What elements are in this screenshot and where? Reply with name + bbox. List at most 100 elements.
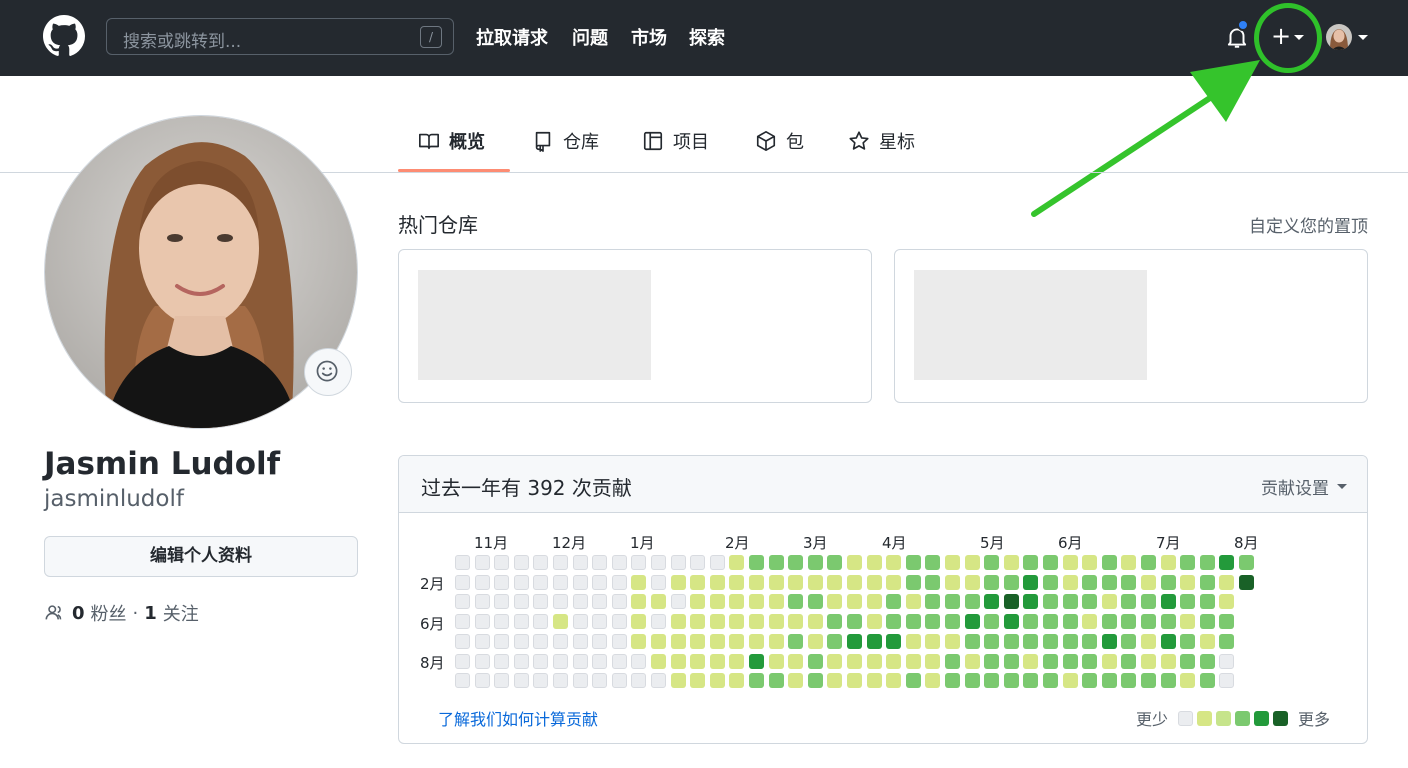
contribution-day[interactable] bbox=[749, 555, 764, 570]
github-logo-icon[interactable] bbox=[43, 15, 85, 57]
contribution-day[interactable] bbox=[533, 634, 548, 649]
contribution-day[interactable] bbox=[514, 555, 529, 570]
contribution-day[interactable] bbox=[827, 555, 842, 570]
contribution-day[interactable] bbox=[886, 654, 901, 669]
contribution-day[interactable] bbox=[925, 654, 940, 669]
contribution-day[interactable] bbox=[1180, 555, 1195, 570]
contribution-day[interactable] bbox=[1023, 594, 1038, 609]
contribution-day[interactable] bbox=[475, 555, 490, 570]
contribution-day[interactable] bbox=[1219, 673, 1234, 688]
contribution-day[interactable] bbox=[1063, 555, 1078, 570]
contribution-day[interactable] bbox=[1121, 634, 1136, 649]
user-menu-chevron-icon[interactable] bbox=[1358, 35, 1368, 40]
contribution-day[interactable] bbox=[1200, 634, 1215, 649]
contribution-day[interactable] bbox=[671, 634, 686, 649]
contribution-day[interactable] bbox=[631, 654, 646, 669]
contribution-day[interactable] bbox=[867, 634, 882, 649]
contribution-day[interactable] bbox=[984, 654, 999, 669]
contribution-day[interactable] bbox=[690, 575, 705, 590]
contribution-day[interactable] bbox=[631, 555, 646, 570]
contribution-day[interactable] bbox=[1141, 673, 1156, 688]
contribution-day[interactable] bbox=[1141, 555, 1156, 570]
contribution-day[interactable] bbox=[514, 634, 529, 649]
contribution-day[interactable] bbox=[1141, 594, 1156, 609]
contribution-day[interactable] bbox=[749, 673, 764, 688]
contribution-day[interactable] bbox=[1082, 673, 1097, 688]
contribution-day[interactable] bbox=[631, 673, 646, 688]
contribution-day[interactable] bbox=[1121, 555, 1136, 570]
contribution-day[interactable] bbox=[808, 575, 823, 590]
contribution-day[interactable] bbox=[945, 575, 960, 590]
contribution-day[interactable] bbox=[808, 673, 823, 688]
contribution-day[interactable] bbox=[553, 594, 568, 609]
contribution-day[interactable] bbox=[494, 654, 509, 669]
contribution-day[interactable] bbox=[769, 654, 784, 669]
contribution-day[interactable] bbox=[867, 594, 882, 609]
contribution-day[interactable] bbox=[965, 634, 980, 649]
contribution-day[interactable] bbox=[514, 654, 529, 669]
tab-repositories[interactable]: 仓库 bbox=[532, 128, 599, 154]
contribution-day[interactable] bbox=[1043, 555, 1058, 570]
contribution-day[interactable] bbox=[533, 555, 548, 570]
contribution-day[interactable] bbox=[925, 575, 940, 590]
contribution-day[interactable] bbox=[553, 555, 568, 570]
contribution-day[interactable] bbox=[1200, 673, 1215, 688]
contribution-day[interactable] bbox=[906, 634, 921, 649]
set-status-button[interactable] bbox=[304, 348, 352, 396]
contribution-day[interactable] bbox=[1180, 673, 1195, 688]
contribution-day[interactable] bbox=[808, 654, 823, 669]
contribution-day[interactable] bbox=[1023, 654, 1038, 669]
contribution-day[interactable] bbox=[573, 634, 588, 649]
contribution-day[interactable] bbox=[1219, 594, 1234, 609]
tab-projects[interactable]: 项目 bbox=[642, 128, 709, 154]
contribution-day[interactable] bbox=[945, 634, 960, 649]
contribution-day[interactable] bbox=[1121, 654, 1136, 669]
contribution-day[interactable] bbox=[475, 673, 490, 688]
contribution-day[interactable] bbox=[1023, 634, 1038, 649]
contribution-day[interactable] bbox=[1004, 594, 1019, 609]
contribution-day[interactable] bbox=[769, 555, 784, 570]
contribution-day[interactable] bbox=[1102, 575, 1117, 590]
contribution-day[interactable] bbox=[494, 673, 509, 688]
contribution-day[interactable] bbox=[1239, 555, 1254, 570]
contribution-day[interactable] bbox=[553, 614, 568, 629]
contribution-day[interactable] bbox=[455, 634, 470, 649]
contribution-day[interactable] bbox=[886, 614, 901, 629]
contribution-day[interactable] bbox=[455, 654, 470, 669]
contribution-day[interactable] bbox=[1141, 614, 1156, 629]
contribution-day[interactable] bbox=[808, 614, 823, 629]
contribution-day[interactable] bbox=[612, 634, 627, 649]
contribution-day[interactable] bbox=[1102, 634, 1117, 649]
contribution-day[interactable] bbox=[847, 555, 862, 570]
contribution-day[interactable] bbox=[749, 654, 764, 669]
contribution-day[interactable] bbox=[1102, 654, 1117, 669]
contribution-day[interactable] bbox=[690, 555, 705, 570]
following-count[interactable]: 1 bbox=[144, 603, 157, 624]
contribution-day[interactable] bbox=[1161, 575, 1176, 590]
contribution-day[interactable] bbox=[808, 555, 823, 570]
contribution-day[interactable] bbox=[1023, 575, 1038, 590]
contribution-day[interactable] bbox=[827, 614, 842, 629]
contribution-day[interactable] bbox=[612, 614, 627, 629]
contribution-day[interactable] bbox=[965, 555, 980, 570]
contribution-day[interactable] bbox=[1200, 654, 1215, 669]
contribution-day[interactable] bbox=[788, 555, 803, 570]
contribution-day[interactable] bbox=[769, 634, 784, 649]
contribution-day[interactable] bbox=[945, 614, 960, 629]
contribution-day[interactable] bbox=[729, 654, 744, 669]
contribution-day[interactable] bbox=[1180, 614, 1195, 629]
contribution-day[interactable] bbox=[729, 575, 744, 590]
contribution-day[interactable] bbox=[1023, 673, 1038, 688]
contribution-day[interactable] bbox=[573, 654, 588, 669]
contribution-day[interactable] bbox=[514, 594, 529, 609]
contribution-day[interactable] bbox=[788, 594, 803, 609]
contribution-day[interactable] bbox=[612, 555, 627, 570]
edit-profile-button[interactable]: 编辑个人资料 bbox=[44, 536, 358, 577]
contribution-day[interactable] bbox=[1239, 575, 1254, 590]
contribution-day[interactable] bbox=[965, 594, 980, 609]
pinned-repo-card[interactable] bbox=[894, 249, 1368, 403]
contribution-day[interactable] bbox=[1180, 594, 1195, 609]
contribution-day[interactable] bbox=[455, 673, 470, 688]
contribution-day[interactable] bbox=[1141, 575, 1156, 590]
contribution-day[interactable] bbox=[1004, 654, 1019, 669]
